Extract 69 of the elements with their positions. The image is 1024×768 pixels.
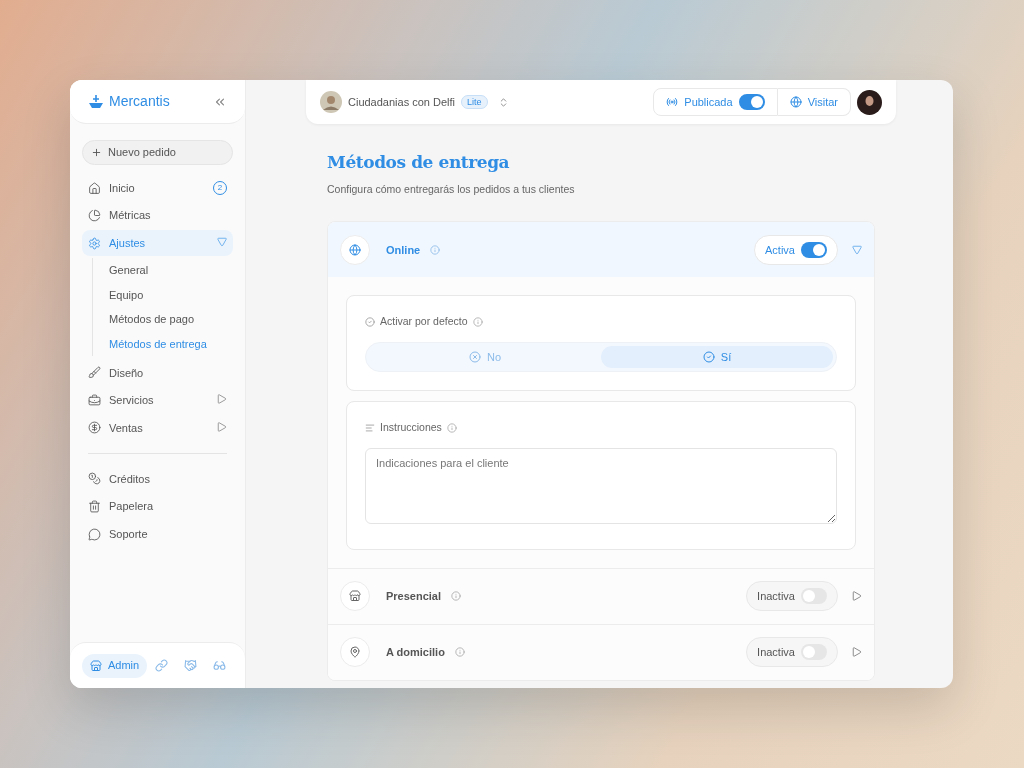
toggle-switch[interactable] xyxy=(738,94,765,110)
plus-icon xyxy=(91,147,102,158)
text-lines-icon xyxy=(365,422,375,433)
method-name: A domicilio xyxy=(386,645,445,660)
check-circle-icon xyxy=(365,317,375,328)
info-icon xyxy=(472,317,483,328)
info-icon xyxy=(446,422,457,433)
setting-label: Instrucciones xyxy=(380,420,442,435)
caret-icon[interactable] xyxy=(852,647,862,658)
brand-name: Mercantis xyxy=(109,92,171,111)
nav-item[interactable]: Soporte xyxy=(82,521,233,548)
house-icon xyxy=(88,181,101,195)
chat-bubble-icon xyxy=(88,527,101,541)
nav-item[interactable]: Métricas xyxy=(82,202,233,229)
setting-label: Activar por defecto xyxy=(380,314,468,330)
trash-icon xyxy=(88,500,101,514)
submenu-item[interactable]: Equipo xyxy=(109,282,233,308)
check-circle-icon xyxy=(702,351,715,363)
store-name[interactable]: Ciudadanias con Delfi xyxy=(348,93,455,111)
brush-icon xyxy=(88,366,101,380)
toggle-switch[interactable] xyxy=(801,241,827,258)
nav-item[interactable]: Diseño xyxy=(82,359,233,386)
store-icon xyxy=(90,659,102,672)
caret-icon[interactable] xyxy=(852,244,862,255)
submenu-item[interactable]: Métodos de pago xyxy=(109,307,233,332)
plan-badge: Lite xyxy=(461,95,488,109)
briefcase-icon xyxy=(88,393,101,407)
coins-icon xyxy=(88,472,101,486)
nav-item[interactable]: Ventas xyxy=(82,414,233,441)
info-icon[interactable] xyxy=(430,244,441,255)
status-toggle[interactable]: Inactiva xyxy=(746,637,838,668)
nav-item[interactable]: Papelera xyxy=(82,493,233,520)
user-avatar[interactable] xyxy=(857,89,882,115)
new-order-button[interactable]: Nuevo pedido xyxy=(82,140,233,165)
nav-item[interactable]: Inicio 2 xyxy=(82,175,233,201)
page-title: Métodos de entrega xyxy=(327,151,511,174)
page-subtitle: Configura cómo entregarás los pedidos a tus clientes xyxy=(327,181,576,197)
map-pin-icon xyxy=(349,646,361,659)
settings-icon xyxy=(88,236,101,250)
visit-button[interactable]: Visitar xyxy=(777,88,851,116)
method-name: Presencial xyxy=(386,589,442,604)
boat-logo-icon xyxy=(88,93,104,110)
x-circle-icon xyxy=(468,351,481,363)
store-icon xyxy=(349,590,361,603)
caret-icon[interactable] xyxy=(217,236,227,247)
info-icon[interactable] xyxy=(451,591,462,602)
status-toggle[interactable]: Inactiva xyxy=(746,581,838,612)
avatar[interactable] xyxy=(320,91,342,113)
submenu-item[interactable]: General xyxy=(109,258,233,283)
publish-control[interactable]: Publicada xyxy=(653,88,778,116)
nav-item[interactable]: Créditos xyxy=(82,465,233,492)
method-name: Online xyxy=(386,242,421,258)
toggle-switch[interactable] xyxy=(801,644,827,661)
globe-icon xyxy=(349,243,361,256)
caret-icon[interactable] xyxy=(217,394,227,405)
pie-chart-icon xyxy=(88,209,101,223)
handshake-icon[interactable] xyxy=(184,659,198,672)
method-header[interactable]: Online Activa xyxy=(328,222,874,278)
caret-icon[interactable] xyxy=(852,591,862,602)
nav-item[interactable]: Servicios xyxy=(82,387,233,414)
toggle-switch[interactable] xyxy=(801,588,827,605)
status-toggle[interactable]: Activa xyxy=(754,234,838,265)
globe-icon xyxy=(789,96,802,108)
info-icon[interactable] xyxy=(454,647,465,658)
link-icon[interactable] xyxy=(155,659,169,672)
instructions-field[interactable]: Indicaciones para el cliente xyxy=(365,447,837,524)
dollar-coin-icon xyxy=(88,421,101,435)
broadcast-icon xyxy=(666,96,679,108)
caret-icon[interactable] xyxy=(217,421,227,432)
